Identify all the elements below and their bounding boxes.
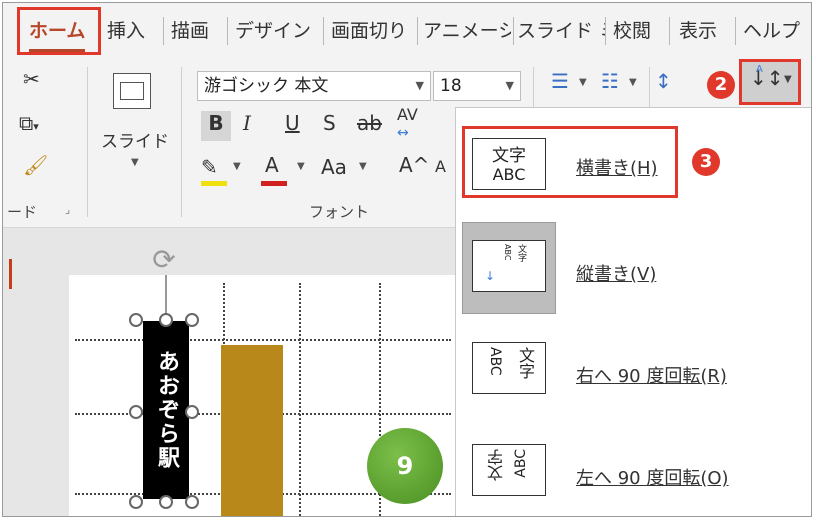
- rotate-handle-icon[interactable]: ⟳: [147, 243, 181, 277]
- shadow-button[interactable]: S: [323, 111, 336, 135]
- dialog-launcher-icon[interactable]: ⌟: [65, 203, 70, 216]
- text-direction-menu: 文字 ABC 横書き(H) 3 文字 ABC ↓ 縦書き(V) 文字 ABC 右…: [455, 107, 811, 516]
- chevron-down-icon[interactable]: ▼: [131, 157, 139, 168]
- resize-handle[interactable]: [159, 495, 173, 509]
- chevron-down-icon[interactable]: ▼: [579, 77, 587, 88]
- grid-guide-line: [75, 339, 451, 341]
- menu-item-rotate-left[interactable]: 文字 ABC 左へ 90 度回転(O): [456, 420, 811, 516]
- tab-animations[interactable]: アニメーシ: [423, 13, 511, 49]
- menu-item-rotate-right[interactable]: 文字 ABC 右へ 90 度回転(R): [456, 318, 811, 418]
- text-direction-icon-letter: A: [756, 64, 763, 75]
- numbering-icon[interactable]: ☷: [601, 69, 619, 93]
- font-group-label: フォント: [309, 203, 370, 221]
- italic-button[interactable]: I: [243, 111, 251, 135]
- tab-insert[interactable]: 挿入: [107, 13, 145, 49]
- highlight-color-bar: [201, 181, 227, 186]
- vertical-text-box[interactable]: あおぞら駅: [143, 321, 189, 499]
- format-painter-icon[interactable]: 🖌: [23, 153, 48, 177]
- font-size-select[interactable]: 18 ▼: [433, 71, 521, 101]
- rotate-handle-stem: [165, 275, 167, 317]
- chevron-down-icon: ▼: [784, 74, 792, 85]
- strikethrough-button[interactable]: ab: [357, 111, 382, 135]
- menu-item-label: 縦書き(V): [576, 264, 657, 285]
- increase-font-size-button[interactable]: A^: [399, 153, 429, 177]
- gold-shape[interactable]: [221, 345, 283, 516]
- vertical-text-icon: 文字 ABC ↓: [472, 240, 546, 292]
- resize-handle[interactable]: [129, 313, 143, 327]
- powerpoint-window: ホーム 1 挿入 描画 デザイン 画面切り アニメーシ スライド ミ 校閲 表示…: [2, 2, 812, 517]
- tab-draw[interactable]: 描画: [171, 13, 209, 49]
- step-badge-2: 2: [707, 71, 735, 99]
- resize-handle[interactable]: [159, 313, 173, 327]
- step-number-circle: 9: [367, 428, 443, 504]
- rotate-right-icon: 文字 ABC: [472, 342, 546, 394]
- highlight-box-home: [17, 7, 101, 55]
- bold-button[interactable]: B: [201, 111, 231, 141]
- bullets-icon[interactable]: ☰: [551, 69, 569, 93]
- menu-item-vertical[interactable]: 文字 ABC ↓ 縦書き(V): [456, 216, 811, 316]
- tab-view[interactable]: 表示: [679, 13, 717, 49]
- resize-handle[interactable]: [185, 495, 199, 509]
- menu-item-label: 左へ 90 度回転(O): [576, 468, 729, 489]
- slide-button-label[interactable]: スライド: [101, 127, 169, 152]
- ribbon-tab-bar: ホーム 1 挿入 描画 デザイン 画面切り アニメーシ スライド ミ 校閲 表示…: [3, 3, 811, 97]
- tab-review[interactable]: 校閲: [613, 13, 651, 49]
- character-spacing-button[interactable]: AV: [397, 105, 418, 124]
- chevron-down-icon[interactable]: ▼: [297, 161, 305, 172]
- underline-button[interactable]: U: [285, 111, 300, 135]
- grid-guide-line: [299, 283, 301, 516]
- decrease-font-size-button[interactable]: A: [435, 157, 446, 176]
- font-color-bar: [261, 181, 287, 186]
- line-spacing-icon[interactable]: ↕: [655, 69, 672, 93]
- cut-icon[interactable]: ✂: [23, 67, 40, 91]
- rotate-left-icon: 文字 ABC: [472, 444, 546, 496]
- spacing-arrows-icon: ↔: [397, 125, 409, 141]
- copy-icon[interactable]: ⧉▾: [19, 111, 39, 135]
- menu-item-label: 右へ 90 度回転(R): [576, 366, 727, 387]
- tab-design[interactable]: デザイン: [235, 13, 311, 49]
- resize-handle[interactable]: [185, 313, 199, 327]
- change-case-button[interactable]: Aa: [321, 155, 347, 179]
- thumbnail-pane[interactable]: [3, 228, 27, 516]
- resize-handle[interactable]: [185, 405, 199, 419]
- new-slide-icon[interactable]: [113, 73, 151, 109]
- highlight-box-horizontal: [462, 126, 678, 198]
- tab-slideshow[interactable]: スライド ミ: [517, 13, 605, 49]
- resize-handle[interactable]: [129, 495, 143, 509]
- tab-help[interactable]: ヘルプ: [743, 13, 800, 49]
- chevron-down-icon[interactable]: ▼: [629, 77, 637, 88]
- clipboard-group-label: ード: [7, 203, 38, 221]
- chevron-down-icon[interactable]: ▼: [359, 161, 367, 172]
- selected-thumbnail-marker: [9, 259, 12, 289]
- step-badge-3: 3: [692, 148, 720, 176]
- text-direction-button[interactable]: ↓↕ A ▼: [739, 59, 801, 105]
- chevron-down-icon[interactable]: ▼: [233, 161, 241, 172]
- font-name-select[interactable]: 游ゴシック 本文 ▼: [197, 71, 431, 101]
- tab-transitions[interactable]: 画面切り: [331, 13, 413, 49]
- highlight-pen-icon[interactable]: ✎: [201, 155, 218, 179]
- resize-handle[interactable]: [129, 405, 143, 419]
- font-color-button[interactable]: A: [265, 153, 279, 177]
